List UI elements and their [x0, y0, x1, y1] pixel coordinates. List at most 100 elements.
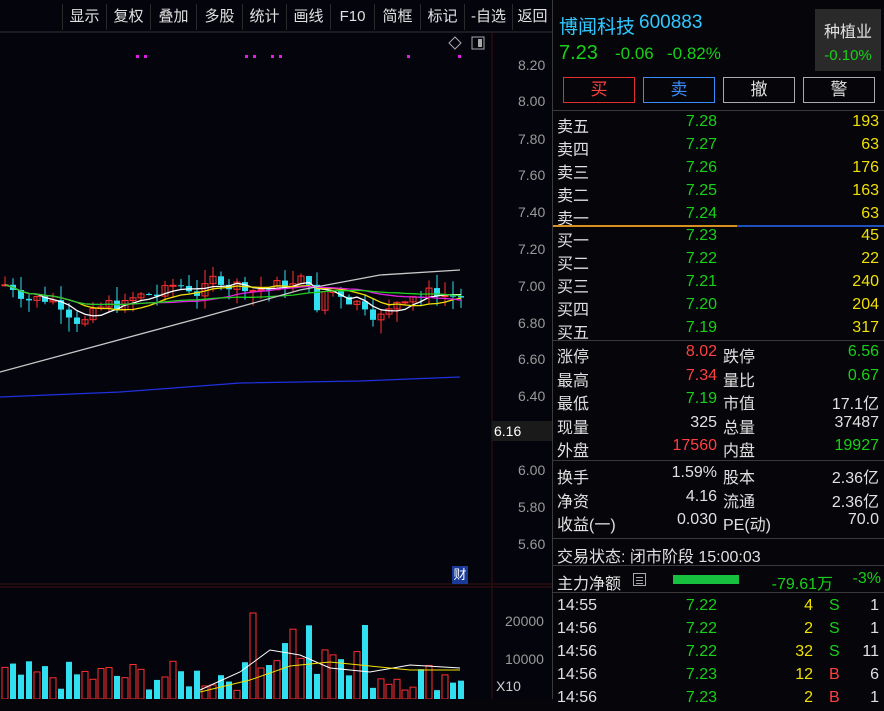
ask-row[interactable]: 卖二 7.25 163 — [553, 181, 884, 205]
volume-bar — [58, 688, 64, 699]
bid-volume: 317 — [852, 319, 879, 336]
stat-row: 外盘 17560 内盘 19927 — [553, 436, 884, 460]
volume-bar — [42, 666, 48, 699]
fundamental-value: 2.36亿 — [831, 470, 879, 487]
candle-body — [257, 289, 265, 292]
stock-name: 博闻科技 — [559, 17, 636, 38]
finance-marker[interactable]: 财 — [452, 566, 468, 584]
ask-price: 7.24 — [685, 205, 717, 222]
volume-bar — [321, 649, 329, 699]
tick-time: 14:56 — [557, 689, 598, 706]
kline-chart-area[interactable]: 显示 复权 叠加 多股 统计 画线 F10 简框 标记 -自选 返回 8.20 … — [0, 0, 552, 699]
main-flow-value: -79.61万 — [771, 576, 833, 593]
volume-bar — [66, 661, 72, 699]
current-price-marker: 6.16 — [494, 423, 522, 439]
price-axis-label: 6.40 — [518, 388, 546, 404]
event-markers — [136, 55, 461, 58]
tick-row: 14:56 7.23 2 B 1 — [553, 688, 884, 711]
ask-row[interactable]: 卖三 7.26 176 — [553, 158, 884, 182]
tick-side: S — [829, 620, 840, 637]
ask-row[interactable]: 卖四 7.27 63 — [553, 135, 884, 159]
stat-label: 涨停 — [557, 349, 590, 366]
tick-price: 7.22 — [685, 597, 717, 614]
volume-bar — [186, 686, 192, 699]
volume-bar — [458, 680, 464, 699]
separator — [553, 110, 884, 111]
price-axis-label: 5.80 — [518, 499, 546, 515]
main-flow-bar — [673, 575, 739, 584]
bid-row[interactable]: 买二 7.22 22 — [553, 249, 884, 273]
tick-price: 7.22 — [685, 643, 717, 660]
volume-bar — [105, 667, 113, 699]
stat-label: 现量 — [557, 419, 590, 437]
volume-bar — [161, 676, 169, 699]
volume-bar — [353, 651, 361, 699]
cancel-order-button[interactable]: 撤 — [723, 77, 795, 103]
fundamental-label: 净资 — [557, 493, 590, 511]
stat-label: 量比 — [723, 372, 756, 390]
fundamental-value: 0.030 — [676, 511, 717, 528]
volume-bar — [401, 689, 409, 699]
candle-body — [434, 288, 440, 297]
quote-panel: 博闻科技 600883 7.23 -0.06 -0.82% 种植业 -0.10%… — [552, 0, 884, 706]
volume-bar — [74, 674, 80, 699]
volume-bar — [329, 654, 337, 699]
bid-row[interactable]: 买一 7.23 45 — [553, 226, 884, 250]
volume-unit-label: X10 — [496, 678, 521, 694]
volume-bar — [418, 669, 424, 699]
volume-bar — [450, 682, 456, 699]
tick-count: 1 — [870, 597, 879, 614]
separator — [553, 340, 884, 341]
tick-volume: 12 — [795, 666, 813, 683]
mid-line — [737, 225, 884, 227]
tick-row: 14:56 7.23 12 B 6 — [553, 665, 884, 688]
ask-row[interactable]: 卖五 7.28 193 — [553, 112, 884, 136]
volume-bar — [273, 660, 281, 699]
bid-label: 买三 — [557, 279, 590, 296]
candle-body — [66, 309, 72, 318]
bid-row[interactable]: 买四 7.20 204 — [553, 295, 884, 319]
price-change-pct: -0.82% — [667, 44, 721, 63]
stat-value: 19927 — [834, 437, 880, 454]
list-icon[interactable] — [633, 573, 646, 586]
stat-row: 最高 7.34 量比 0.67 — [553, 366, 884, 390]
fundamental-value: 70.0 — [847, 511, 879, 528]
volume-bar — [10, 663, 16, 699]
bid-volume: 45 — [861, 227, 879, 244]
bid-label: 买四 — [557, 302, 590, 319]
stat-value: 8.02 — [685, 343, 717, 360]
fundamental-label: 收益(一) — [557, 517, 616, 534]
bid-price: 7.19 — [685, 319, 717, 336]
volume-bar — [26, 661, 32, 699]
ask-row[interactable]: 卖一 7.24 63 — [553, 204, 884, 228]
volume-bar — [1, 666, 9, 699]
sector-box[interactable]: 种植业 -0.10% — [815, 9, 881, 71]
volume-bar — [169, 660, 177, 699]
ask-volume: 193 — [852, 113, 879, 130]
sell-button[interactable]: 卖 — [643, 77, 715, 103]
ask-label: 卖五 — [557, 119, 590, 136]
fundamental-label: 换手 — [557, 470, 590, 487]
buy-button[interactable]: 买 — [563, 77, 635, 103]
candle-body — [169, 284, 177, 287]
bid-row[interactable]: 买三 7.21 240 — [553, 272, 884, 296]
fundamental-value: 1.59% — [671, 464, 717, 481]
tick-row: 14:55 7.22 4 S 1 — [553, 596, 884, 619]
last-price: 7.23 — [559, 42, 598, 64]
tick-row: 14:56 7.22 2 S 1 — [553, 619, 884, 642]
panel-toggle-icon[interactable] — [471, 36, 485, 50]
price-axis-label: 5.60 — [518, 536, 546, 552]
fundamental-label: 流通 — [723, 493, 756, 511]
price-axis-label: 7.60 — [518, 167, 546, 183]
ask-label: 卖四 — [557, 142, 590, 159]
volume-bar — [114, 675, 120, 699]
bid-row[interactable]: 买五 7.19 317 — [553, 318, 884, 342]
volume-bar — [338, 659, 344, 699]
volume-bar — [178, 671, 184, 699]
diamond-icon[interactable] — [448, 36, 462, 50]
ma-line — [4, 284, 462, 306]
alert-button[interactable]: 警 — [803, 77, 875, 103]
volume-bar — [154, 679, 160, 699]
bid-volume: 204 — [852, 296, 879, 313]
stat-label: 跌停 — [723, 349, 756, 366]
